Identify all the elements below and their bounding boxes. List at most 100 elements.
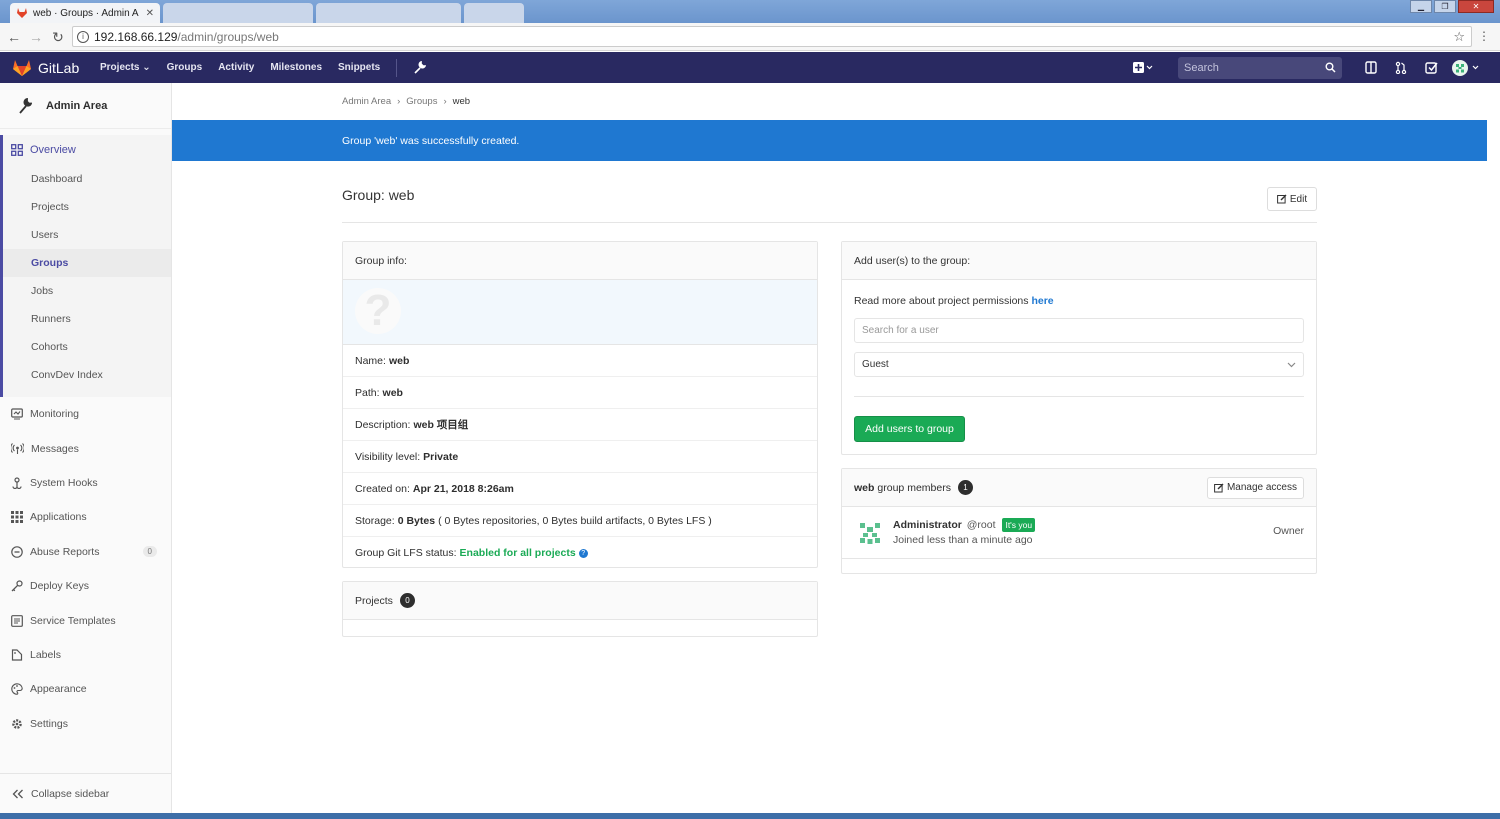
breadcrumb-current[interactable]: web <box>453 96 470 107</box>
sidebar-item-deploy-keys[interactable]: Deploy Keys <box>0 569 171 603</box>
flash-message: Group 'web' was successfully created. <box>342 134 520 147</box>
window-controls: ▁ ❐ ✕ <box>1410 0 1494 13</box>
sidebar-item-system-hooks[interactable]: System Hooks <box>0 466 171 500</box>
sidebar-item-dashboard[interactable]: Dashboard <box>3 165 171 193</box>
gitlab-tanuki-icon <box>13 60 31 76</box>
label-icon <box>11 649 23 661</box>
add-users-panel: Add user(s) to the group: Read more abou… <box>841 241 1317 455</box>
header-right: Search <box>1128 52 1500 83</box>
access-level-select[interactable]: Guest <box>854 352 1304 377</box>
edit-button[interactable]: Edit <box>1267 187 1317 211</box>
gitlab-header: GitLab Projects ⌄ Groups Activity Milest… <box>0 52 1500 83</box>
member-role: Owner <box>1273 525 1304 537</box>
projects-heading: Projects 0 <box>343 582 817 620</box>
browser-tab-2[interactable] <box>163 3 313 23</box>
site-info-icon[interactable]: i <box>77 30 89 43</box>
back-icon[interactable]: ← <box>6 29 22 45</box>
browser-tab-3[interactable] <box>316 3 461 23</box>
forward-icon[interactable]: → <box>28 29 44 45</box>
header-search-input[interactable]: Search <box>1178 56 1342 79</box>
new-item-icon[interactable] <box>1128 61 1158 74</box>
reload-icon[interactable]: ↻ <box>50 29 66 46</box>
member-name-line: Administrator @root It's you <box>893 518 1036 532</box>
title-divider <box>342 222 1317 223</box>
sidebar-overview-section: Overview Dashboard Projects Users Groups… <box>0 135 171 397</box>
browser-tab-title: web · Groups · Admin A <box>33 7 139 19</box>
gitlab-logo[interactable]: GitLab <box>12 59 79 77</box>
nav-projects[interactable]: Projects ⌄ <box>100 62 151 73</box>
group-description-value: web 项目组 <box>413 419 469 431</box>
sidebar-item-abuse-reports[interactable]: Abuse Reports 0 <box>0 535 171 569</box>
sidebar-item-convdev-index[interactable]: ConvDev Index <box>3 361 171 389</box>
flash-notice: Group 'web' was successfully created. <box>172 120 1487 161</box>
member-avatar[interactable] <box>854 517 886 549</box>
user-avatar-menu[interactable] <box>1446 59 1486 77</box>
browser-menu-icon[interactable]: ⋮ <box>1478 29 1490 43</box>
browser-tab-active[interactable]: web · Groups · Admin A ✕ <box>10 3 160 23</box>
todo-panel-icon[interactable] <box>1356 61 1386 74</box>
hook-icon <box>12 477 22 489</box>
chevron-down-icon: ⌄ <box>142 62 151 73</box>
nav-milestones[interactable]: Milestones <box>270 62 322 73</box>
breadcrumb-groups[interactable]: Groups <box>406 96 437 107</box>
member-name[interactable]: Administrator <box>893 519 962 531</box>
user-search-placeholder: Search for a user <box>862 325 939 336</box>
gitlab-favicon-icon <box>17 8 27 18</box>
tab-close-icon[interactable]: ✕ <box>146 8 154 19</box>
page-title: Group: web <box>342 187 415 203</box>
manage-access-button[interactable]: Manage access <box>1206 476 1304 499</box>
sidebar-item-groups[interactable]: Groups <box>3 249 171 277</box>
window-close-icon[interactable]: ✕ <box>1458 0 1494 13</box>
abuse-icon <box>11 545 23 558</box>
sidebar-header[interactable]: Admin Area <box>0 83 171 129</box>
minimize-icon[interactable]: ▁ <box>1410 0 1432 13</box>
breadcrumb: Admin Area › Groups › web <box>342 96 470 107</box>
group-visibility-row: Visibility level: Private <box>343 441 817 473</box>
sidebar-item-service-templates[interactable]: Service Templates <box>0 603 171 637</box>
sidebar-item-monitoring[interactable]: Monitoring <box>0 397 171 431</box>
add-users-button[interactable]: Add users to group <box>854 416 965 442</box>
palette-icon <box>11 683 23 696</box>
sidebar-item-applications[interactable]: Applications <box>0 500 171 534</box>
bookmark-star-icon[interactable]: ☆ <box>1453 29 1465 45</box>
gitlab-brand: GitLab <box>38 60 80 76</box>
user-search-input[interactable]: Search for a user <box>854 318 1304 343</box>
sidebar-item-messages[interactable]: Messages <box>0 431 171 465</box>
group-info-heading: Group info: <box>343 242 817 280</box>
sidebar-item-appearance[interactable]: Appearance <box>0 672 171 706</box>
help-question-icon[interactable]: ? <box>578 548 588 558</box>
restore-icon[interactable]: ❐ <box>1434 0 1456 13</box>
breadcrumb-chevron-icon: › <box>443 96 447 107</box>
nav-groups[interactable]: Groups <box>167 62 203 73</box>
url-host: 192.168.66.129 <box>94 29 178 44</box>
sidebar-item-jobs[interactable]: Jobs <box>3 277 171 305</box>
sidebar-item-cohorts[interactable]: Cohorts <box>3 333 171 361</box>
group-storage-value: 0 Bytes <box>397 514 436 527</box>
collapse-sidebar-button[interactable]: Collapse sidebar <box>0 773 171 813</box>
add-users-heading: Add user(s) to the group: <box>842 242 1316 280</box>
group-storage-row: Storage: 0 Bytes ( 0 Bytes repositories, … <box>343 505 817 537</box>
sidebar-item-runners[interactable]: Runners <box>3 305 171 333</box>
todos-check-icon[interactable] <box>1416 61 1446 74</box>
group-created-row: Created on: Apr 21, 2018 8:26am <box>343 473 817 505</box>
sidebar-item-users[interactable]: Users <box>3 221 171 249</box>
admin-wrench-icon[interactable] <box>413 61 427 74</box>
sidebar-item-projects[interactable]: Projects <box>3 193 171 221</box>
sidebar-title: Admin Area <box>46 99 108 112</box>
merge-request-icon[interactable] <box>1386 61 1416 74</box>
sidebar-item-labels[interactable]: Labels <box>0 638 171 672</box>
sidebar-item-settings[interactable]: Settings <box>0 707 171 741</box>
url-input[interactable]: i 192.168.66.129 /admin/groups/web ☆ <box>72 26 1472 47</box>
permissions-help-link[interactable]: here <box>1031 295 1053 307</box>
group-created-value: Apr 21, 2018 8:26am <box>412 482 514 495</box>
sidebar-overview-label: Overview <box>30 144 76 156</box>
nav-snippets[interactable]: Snippets <box>338 62 380 73</box>
group-avatar-row: ? <box>343 280 817 345</box>
sidebar-item-overview[interactable]: Overview <box>3 135 171 165</box>
breadcrumb-admin-area[interactable]: Admin Area <box>342 96 391 107</box>
group-visibility-value: Private <box>423 450 459 463</box>
nav-activity[interactable]: Activity <box>218 62 254 73</box>
group-lfs-value: Enabled for all projects <box>459 547 576 559</box>
browser-new-tab[interactable] <box>464 3 524 23</box>
key-icon <box>11 580 23 592</box>
